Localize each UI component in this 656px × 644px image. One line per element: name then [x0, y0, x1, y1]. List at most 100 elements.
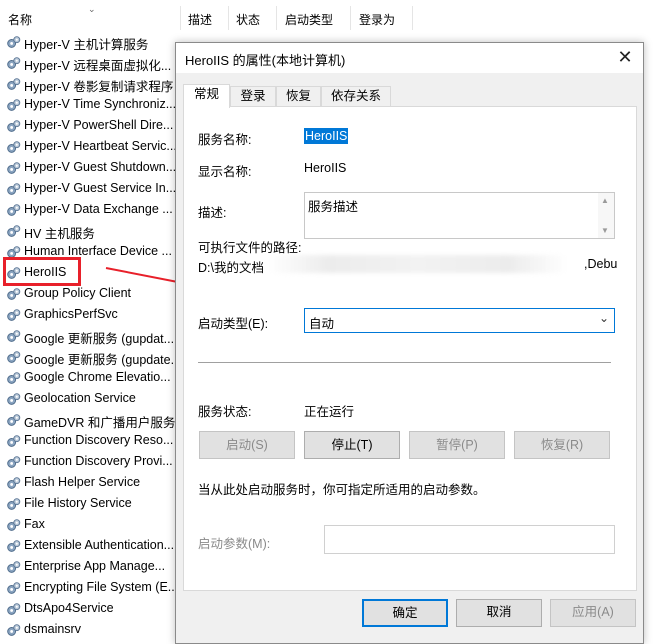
service-row[interactable]: Function Discovery Provi...: [0, 452, 180, 473]
scroll-up-icon[interactable]: ▲: [601, 196, 609, 205]
service-row[interactable]: dsmainsrv: [0, 620, 180, 641]
dialog-titlebar[interactable]: HeroIIS 的属性(本地计算机) ✕: [176, 43, 643, 73]
column-separator[interactable]: [412, 6, 413, 30]
service-row[interactable]: Group Policy Client: [0, 284, 180, 305]
service-row[interactable]: Hyper-V 主机计算服务: [0, 32, 180, 53]
service-row[interactable]: Google Chrome Elevatio...: [0, 368, 180, 389]
service-row[interactable]: Encrypting File System (E...: [0, 578, 180, 599]
close-icon[interactable]: ✕: [613, 46, 637, 70]
description-field[interactable]: 服务描述 ▲ ▼: [304, 192, 615, 239]
service-row[interactable]: Hyper-V Heartbeat Servic...: [0, 137, 180, 158]
service-name: DtsApo4Service: [24, 601, 114, 615]
exe-path-label: 可执行文件的路径:: [198, 241, 302, 255]
startup-type-label: 启动类型(E):: [198, 317, 269, 331]
start-params-hint: 当从此处启动服务时，你可指定所适用的启动参数。: [198, 483, 486, 497]
service-name: Group Policy Client: [24, 286, 131, 300]
column-header-startup-type[interactable]: 启动类型: [285, 11, 333, 28]
service-name-value[interactable]: HeroIIS: [304, 128, 349, 144]
service-row[interactable]: Extensible Authentication...: [0, 536, 180, 557]
gear-icon: [6, 455, 21, 470]
service-name: Human Interface Device ...: [24, 244, 172, 258]
service-row[interactable]: Hyper-V Data Exchange ...: [0, 200, 180, 221]
service-row[interactable]: GameDVR 和广播用户服务...: [0, 410, 180, 431]
service-name: Function Discovery Provi...: [24, 454, 173, 468]
gear-icon: [6, 413, 21, 428]
service-row[interactable]: HV 主机服务: [0, 221, 180, 242]
service-status-label: 服务状态:: [198, 405, 252, 419]
gear-icon: [6, 224, 21, 239]
tab-dependencies[interactable]: 依存关系: [321, 86, 391, 107]
service-row[interactable]: GraphicsPerfSvc: [0, 305, 180, 326]
service-row[interactable]: Flash Helper Service: [0, 473, 180, 494]
service-name: Google 更新服务 (gupdate...: [24, 353, 180, 367]
stop-button[interactable]: 停止(T): [304, 431, 400, 459]
service-name: GraphicsPerfSvc: [24, 307, 118, 321]
display-name-value[interactable]: HeroIIS: [304, 161, 346, 175]
service-name: Extensible Authentication...: [24, 538, 175, 552]
service-row[interactable]: Google 更新服务 (gupdat...: [0, 326, 180, 347]
service-row[interactable]: Hyper-V PowerShell Dire...: [0, 116, 180, 137]
service-row[interactable]: Geolocation Service: [0, 389, 180, 410]
column-separator[interactable]: [180, 6, 181, 30]
start-params-input[interactable]: [324, 525, 615, 554]
service-row[interactable]: File History Service: [0, 494, 180, 515]
service-row[interactable]: Hyper-V Guest Service In...: [0, 179, 180, 200]
service-name: HV 主机服务: [24, 227, 95, 241]
service-name: Geolocation Service: [24, 391, 136, 405]
gear-icon: [6, 623, 21, 638]
description-scrollbar[interactable]: ▲ ▼: [598, 193, 614, 238]
apply-button[interactable]: 应用(A): [550, 599, 636, 627]
service-name: Hyper-V Data Exchange ...: [24, 202, 173, 216]
tab-recovery[interactable]: 恢复: [276, 86, 321, 107]
startup-type-select[interactable]: 自动 ⌄: [304, 308, 615, 333]
exe-path-end[interactable]: ,Debu: [584, 257, 617, 271]
dialog-title: HeroIIS 的属性(本地计算机): [185, 53, 346, 68]
service-name: Hyper-V Guest Service In...: [24, 181, 177, 195]
tab-logon[interactable]: 登录: [230, 86, 276, 107]
chevron-down-icon: ⌄: [598, 311, 609, 325]
highlight-annotation-box: [3, 257, 81, 286]
service-name: Google 更新服务 (gupdat...: [24, 332, 175, 346]
service-row[interactable]: Hyper-V Guest Shutdown...: [0, 158, 180, 179]
column-header-description[interactable]: 描述: [188, 11, 212, 28]
service-name: Hyper-V 主机计算服务: [24, 38, 149, 52]
service-name: Hyper-V Guest Shutdown...: [24, 160, 177, 174]
start-button[interactable]: 启动(S): [199, 431, 295, 459]
column-header-status[interactable]: 状态: [236, 11, 260, 28]
column-header-logon-as[interactable]: 登录为: [359, 11, 395, 28]
gear-icon: [6, 56, 21, 71]
service-row[interactable]: Hyper-V 远程桌面虚拟化...: [0, 53, 180, 74]
service-name: Hyper-V 卷影复制请求程序: [24, 80, 174, 94]
service-name: Flash Helper Service: [24, 475, 141, 489]
ok-button[interactable]: 确定: [362, 599, 448, 627]
service-row[interactable]: Hyper-V Time Synchroniz...: [0, 95, 180, 116]
service-row[interactable]: DtsApo4Service: [0, 599, 180, 620]
service-row[interactable]: Fax: [0, 515, 180, 536]
scroll-down-icon[interactable]: ▼: [601, 226, 609, 235]
service-name: GameDVR 和广播用户服务...: [24, 416, 180, 430]
column-separator[interactable]: [228, 6, 229, 30]
tab-general[interactable]: 常规: [183, 84, 230, 108]
gear-icon: [6, 140, 21, 155]
service-status-value: 正在运行: [304, 405, 355, 419]
service-row[interactable]: Enterprise App Manage...: [0, 557, 180, 578]
gear-icon: [6, 119, 21, 134]
start-params-label: 启动参数(M):: [198, 537, 271, 551]
service-name: Hyper-V Heartbeat Servic...: [24, 139, 177, 153]
gear-icon: [6, 329, 21, 344]
gear-icon: [6, 203, 21, 218]
pause-button[interactable]: 暂停(P): [409, 431, 505, 459]
service-row[interactable]: Function Discovery Reso...: [0, 431, 180, 452]
service-name: Google Chrome Elevatio...: [24, 370, 171, 384]
cancel-button[interactable]: 取消: [456, 599, 542, 627]
service-row[interactable]: Hyper-V 卷影复制请求程序: [0, 74, 180, 95]
column-separator[interactable]: [276, 6, 277, 30]
service-name: Encrypting File System (E...: [24, 580, 179, 594]
resume-button[interactable]: 恢复(R): [514, 431, 610, 459]
sort-chevron-down-icon: ⌄: [88, 4, 96, 14]
column-header-name[interactable]: 名称: [8, 11, 32, 28]
exe-path-start[interactable]: D:\我的文档: [198, 257, 264, 276]
service-row[interactable]: Google 更新服务 (gupdate...: [0, 347, 180, 368]
gear-icon: [6, 476, 21, 491]
column-separator[interactable]: [350, 6, 351, 30]
